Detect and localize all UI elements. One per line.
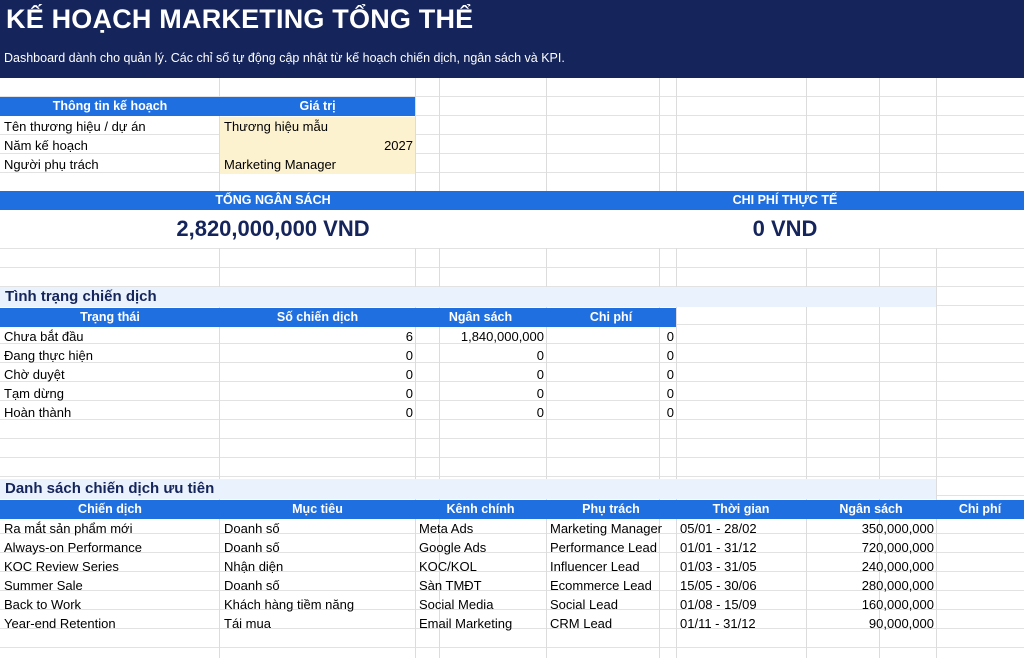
campaign-cell-budget[interactable]: 160,000,000 [806,595,936,614]
campaign-cell-name[interactable]: Always-on Performance [0,538,220,557]
plan-info-header-value: Giá trị [220,97,415,116]
campaign-cell-channel[interactable]: Sàn TMĐT [415,576,546,595]
campaign-cell-time[interactable]: 01/03 - 31/05 [676,557,806,576]
status-cell-name[interactable]: Chưa bắt đầu [0,327,220,346]
plan-info-header-label: Thông tin kế hoạch [0,97,220,116]
campaign-cell-goal[interactable]: Doanh số [220,576,415,595]
campaign-cell-owner[interactable]: Influencer Lead [546,557,676,576]
owner-input[interactable]: Marketing Manager [220,155,415,174]
priority-header-budget: Ngân sách [806,500,936,519]
priority-section-title: Danh sách chiến dịch ưu tiên [0,479,936,499]
status-cell-name[interactable]: Hoàn thành [0,403,220,422]
priority-header-owner: Phụ trách [546,500,676,519]
total-budget-label: TỔNG NGÂN SÁCH [0,191,546,210]
priority-header-channel: Kênh chính [415,500,546,519]
status-cell-budget[interactable]: 0 [415,346,546,365]
status-cell-budget[interactable]: 1,840,000,000 [415,327,546,346]
status-header-count: Số chiến dịch [220,308,415,327]
campaign-cell-time[interactable]: 01/01 - 31/12 [676,538,806,557]
campaign-cell-name[interactable]: Year-end Retention [0,614,220,633]
plan-info-label[interactable]: Năm kế hoạch [0,136,220,155]
campaign-cell-channel[interactable]: Meta Ads [415,519,546,538]
status-cell-count[interactable]: 0 [220,403,415,422]
priority-header-cost: Chi phí [936,500,1024,519]
campaign-cell-goal[interactable]: Tái mua [220,614,415,633]
campaign-cell-name[interactable]: KOC Review Series [0,557,220,576]
campaign-cell-goal[interactable]: Nhận diện [220,557,415,576]
status-cell-name[interactable]: Tạm dừng [0,384,220,403]
campaign-cell-name[interactable]: Back to Work [0,595,220,614]
campaign-cell-owner[interactable]: Performance Lead [546,538,676,557]
status-cell-cost[interactable]: 0 [546,327,676,346]
total-budget-value[interactable]: 2,820,000,000 VND [0,210,546,248]
page-title: KẾ HOẠCH MARKETING TỔNG THỂ [6,4,474,34]
campaign-cell-time[interactable]: 15/05 - 30/06 [676,576,806,595]
campaign-cell-name[interactable]: Ra mắt sản phẩm mới [0,519,220,538]
plan-info-label[interactable]: Người phụ trách [0,155,220,174]
campaign-cell-name[interactable]: Summer Sale [0,576,220,595]
campaign-cell-goal[interactable]: Doanh số [220,538,415,557]
status-cell-count[interactable]: 0 [220,384,415,403]
status-section-title: Tình trạng chiến dịch [0,287,936,307]
plan-info-label[interactable]: Tên thương hiệu / dự án [0,117,220,136]
campaign-cell-channel[interactable]: Email Marketing [415,614,546,633]
campaign-cell-budget[interactable]: 280,000,000 [806,576,936,595]
campaign-cell-owner[interactable]: CRM Lead [546,614,676,633]
status-cell-cost[interactable]: 0 [546,403,676,422]
status-cell-budget[interactable]: 0 [415,403,546,422]
status-header-status: Trạng thái [0,308,220,327]
status-cell-budget[interactable]: 0 [415,384,546,403]
plan-year-input[interactable]: 2027 [220,136,415,155]
status-header-budget: Ngân sách [415,308,546,327]
campaign-cell-channel[interactable]: KOC/KOL [415,557,546,576]
page-subtitle: Dashboard dành cho quản lý. Các chỉ số t… [4,51,565,65]
status-cell-count[interactable]: 0 [220,346,415,365]
status-cell-cost[interactable]: 0 [546,346,676,365]
campaign-cell-channel[interactable]: Social Media [415,595,546,614]
priority-header-campaign: Chiến dịch [0,500,220,519]
campaign-cell-goal[interactable]: Khách hàng tiềm năng [220,595,415,614]
status-cell-name[interactable]: Chờ duyệt [0,365,220,384]
status-cell-cost[interactable]: 0 [546,384,676,403]
status-cell-name[interactable]: Đang thực hiện [0,346,220,365]
campaign-cell-budget[interactable]: 350,000,000 [806,519,936,538]
campaign-cell-owner[interactable]: Social Lead [546,595,676,614]
status-header-cost: Chi phí [546,308,676,327]
campaign-cell-owner[interactable]: Marketing Manager [546,519,676,538]
status-cell-count[interactable]: 6 [220,327,415,346]
campaign-cell-budget[interactable]: 90,000,000 [806,614,936,633]
campaign-cell-time[interactable]: 01/08 - 15/09 [676,595,806,614]
status-cell-budget[interactable]: 0 [415,365,546,384]
status-cell-count[interactable]: 0 [220,365,415,384]
actual-cost-label: CHI PHÍ THỰC TẾ [546,191,1024,210]
campaign-cell-owner[interactable]: Ecommerce Lead [546,576,676,595]
priority-header-time: Thời gian [676,500,806,519]
dashboard-header: KẾ HOẠCH MARKETING TỔNG THỂ Dashboard dà… [0,0,1024,78]
status-cell-cost[interactable]: 0 [546,365,676,384]
campaign-cell-time[interactable]: 01/11 - 31/12 [676,614,806,633]
priority-header-goal: Mục tiêu [220,500,415,519]
campaign-cell-channel[interactable]: Google Ads [415,538,546,557]
campaign-cell-budget[interactable]: 240,000,000 [806,557,936,576]
campaign-cell-goal[interactable]: Doanh số [220,519,415,538]
campaign-cell-time[interactable]: 05/01 - 28/02 [676,519,806,538]
campaign-cell-budget[interactable]: 720,000,000 [806,538,936,557]
grid-column-line [936,78,937,658]
brand-name-input[interactable]: Thương hiệu mẫu [220,117,415,136]
actual-cost-value[interactable]: 0 VND [546,210,1024,248]
